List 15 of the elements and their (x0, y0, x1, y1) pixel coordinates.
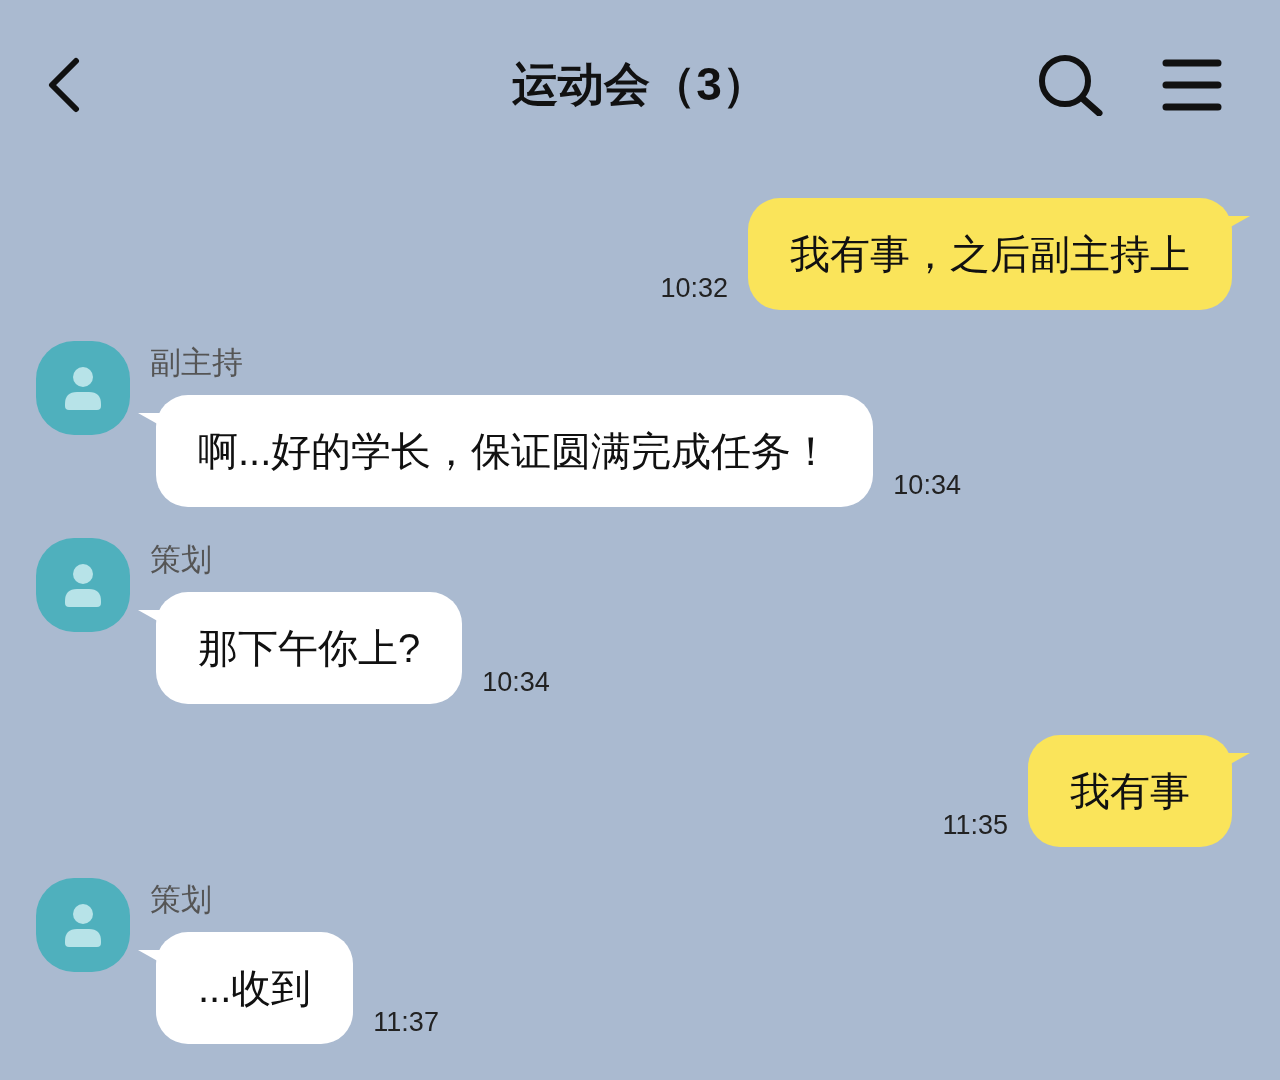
person-icon (63, 366, 103, 410)
sender-name: 副主持 (150, 344, 244, 382)
sender-name: 策划 (150, 881, 213, 919)
sender-name: 策划 (150, 541, 213, 579)
person-icon (63, 563, 103, 607)
timestamp: 11:37 (373, 1007, 439, 1038)
search-icon[interactable] (1036, 54, 1104, 116)
person-icon (63, 903, 103, 947)
menu-icon[interactable] (1162, 58, 1222, 112)
timestamp: 10:34 (482, 667, 550, 698)
back-icon[interactable] (46, 57, 80, 113)
timestamp: 10:32 (660, 273, 728, 304)
chat-title: 运动会（3） (512, 57, 768, 112)
timestamp: 10:34 (893, 470, 961, 501)
timestamp: 11:35 (942, 810, 1008, 841)
